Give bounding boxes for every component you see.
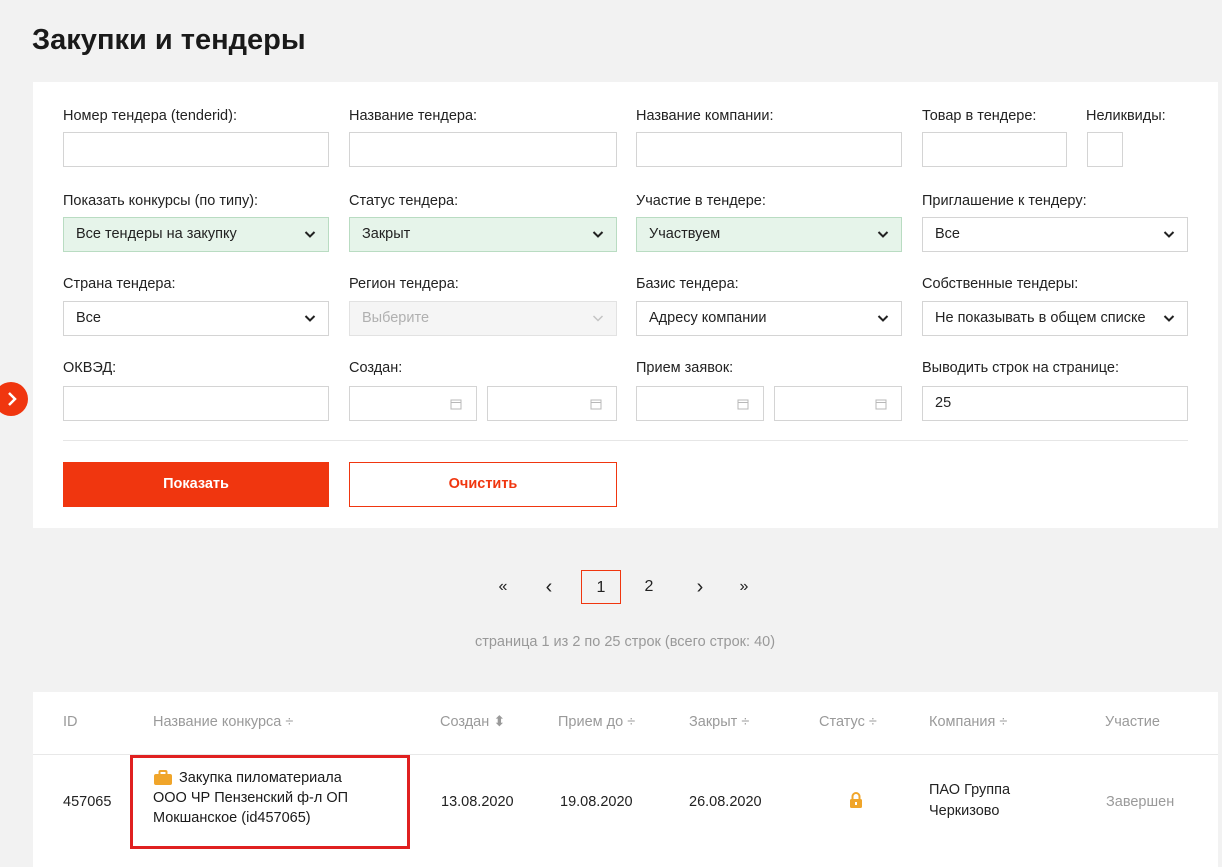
cell-created: 13.08.2020 xyxy=(441,794,514,810)
tender-number-input[interactable] xyxy=(63,132,329,167)
basis-label: Базис тендера: xyxy=(636,276,739,292)
okved-label: ОКВЭД: xyxy=(63,360,117,376)
applications-label: Прием заявок: xyxy=(636,360,734,376)
invitation-value: Все xyxy=(935,226,960,242)
own-tenders-value: Не показывать в общем списке xyxy=(935,310,1146,326)
tender-status-label: Статус тендера: xyxy=(349,193,459,209)
tender-status-select[interactable]: Закрыт xyxy=(349,217,617,252)
tender-name-line-3: Мокшанское (id457065) xyxy=(153,810,311,826)
cell-id: 457065 xyxy=(63,794,112,810)
column-header-status[interactable]: Статус ÷ xyxy=(819,714,877,730)
pager-info: страница 1 из 2 по 25 строк (всего строк… xyxy=(474,634,776,650)
country-label: Страна тендера: xyxy=(63,276,176,292)
company-line-1: ПАО Группа xyxy=(929,782,1011,798)
basis-value: Адресу компании xyxy=(649,310,767,326)
column-header-accept-until[interactable]: Прием до ÷ xyxy=(558,714,635,730)
pager-last[interactable]: » xyxy=(729,570,759,604)
clear-button[interactable]: Очистить xyxy=(349,462,617,507)
calendar-icon xyxy=(737,399,749,410)
chevron-down-icon xyxy=(1163,231,1175,238)
column-header-participation: Участие xyxy=(1105,714,1160,730)
region-select[interactable]: Выберите xyxy=(349,301,617,336)
show-button[interactable]: Показать xyxy=(63,462,329,507)
invitation-label: Приглашение к тендеру: xyxy=(922,193,1087,209)
pager-page-2[interactable]: 2 xyxy=(634,570,664,604)
okved-input[interactable] xyxy=(63,386,329,421)
chevron-down-icon xyxy=(877,231,889,238)
cell-closed: 26.08.2020 xyxy=(689,794,762,810)
contest-type-label: Показать конкурсы (по типу): xyxy=(63,193,259,209)
illiquid-label: Неликвиды: xyxy=(1086,108,1166,124)
chevron-down-icon xyxy=(304,315,316,322)
tender-status-value: Закрыт xyxy=(362,226,411,242)
participation-value: Участвуем xyxy=(649,226,721,242)
illiquid-checkbox[interactable] xyxy=(1087,132,1123,167)
tenders-table: ID Название конкурса ÷ Создан ⬍ Прием до… xyxy=(33,692,1218,867)
sidebar-toggle-button[interactable] xyxy=(0,382,28,416)
created-to-input[interactable] xyxy=(487,386,617,421)
cell-accept-until: 19.08.2020 xyxy=(560,794,633,810)
cell-company: ПАО Группа Черкизово xyxy=(929,780,1010,822)
created-from-input[interactable] xyxy=(349,386,477,421)
calendar-icon xyxy=(450,399,462,410)
divider xyxy=(63,440,1188,441)
pager-prev[interactable]: ‹ xyxy=(534,570,564,604)
region-label: Регион тендера: xyxy=(349,276,459,292)
tender-name-line-1: Закупка пиломатериала xyxy=(179,770,342,786)
chevron-down-icon xyxy=(1163,315,1175,322)
column-header-closed[interactable]: Закрыт ÷ xyxy=(689,714,749,730)
country-select[interactable]: Все xyxy=(63,301,329,336)
rows-per-page-label: Выводить строк на странице: xyxy=(922,360,1120,376)
region-value: Выберите xyxy=(362,310,430,326)
applications-from-input[interactable] xyxy=(636,386,764,421)
company-name-label: Название компании: xyxy=(636,108,774,124)
applications-to-input[interactable] xyxy=(774,386,902,421)
filter-panel: Номер тендера (tenderid): Название тенде… xyxy=(33,82,1218,528)
contest-type-select[interactable]: Все тендеры на закупку xyxy=(63,217,329,252)
product-input[interactable] xyxy=(922,132,1067,167)
chevron-right-icon xyxy=(8,392,17,406)
calendar-icon xyxy=(590,399,602,410)
own-tenders-select[interactable]: Не показывать в общем списке xyxy=(922,301,1188,336)
participation-label: Участие в тендере: xyxy=(636,193,766,209)
pager-next[interactable]: › xyxy=(685,570,715,604)
cell-participation: Завершен xyxy=(1106,794,1175,810)
own-tenders-label: Собственные тендеры: xyxy=(922,276,1079,292)
created-label: Создан: xyxy=(349,360,403,376)
chevron-down-icon xyxy=(304,231,316,238)
pager-page-1[interactable]: 1 xyxy=(581,570,621,604)
contest-type-value: Все тендеры на закупку xyxy=(76,226,237,242)
participation-select[interactable]: Участвуем xyxy=(636,217,902,252)
chevron-down-icon xyxy=(592,315,604,322)
chevron-down-icon xyxy=(877,315,889,322)
tender-name-line-2: ООО ЧР Пензенский ф-л ОП xyxy=(153,790,349,806)
pager-first[interactable]: « xyxy=(488,570,518,604)
lock-icon xyxy=(850,792,862,808)
company-name-input[interactable] xyxy=(636,132,902,167)
country-value: Все xyxy=(76,310,101,326)
rows-per-page-input[interactable]: 25 xyxy=(922,386,1188,421)
column-header-id: ID xyxy=(63,714,78,730)
tender-name-label: Название тендера: xyxy=(349,108,478,124)
briefcase-icon xyxy=(154,770,172,785)
column-header-company[interactable]: Компания ÷ xyxy=(929,714,1007,730)
chevron-down-icon xyxy=(592,231,604,238)
column-header-created[interactable]: Создан ⬍ xyxy=(440,714,505,730)
column-header-name[interactable]: Название конкурса ÷ xyxy=(153,714,293,730)
tender-name-link[interactable]: Закупка пиломатериала ООО ЧР Пензенский … xyxy=(153,768,348,828)
invitation-select[interactable]: Все xyxy=(922,217,1188,252)
company-line-2: Черкизово xyxy=(929,803,1000,819)
product-label: Товар в тендере: xyxy=(922,108,1037,124)
calendar-icon xyxy=(875,399,887,410)
tender-number-label: Номер тендера (tenderid): xyxy=(63,108,237,124)
tender-name-input[interactable] xyxy=(349,132,617,167)
page-title: Закупки и тендеры xyxy=(32,24,306,56)
basis-select[interactable]: Адресу компании xyxy=(636,301,902,336)
